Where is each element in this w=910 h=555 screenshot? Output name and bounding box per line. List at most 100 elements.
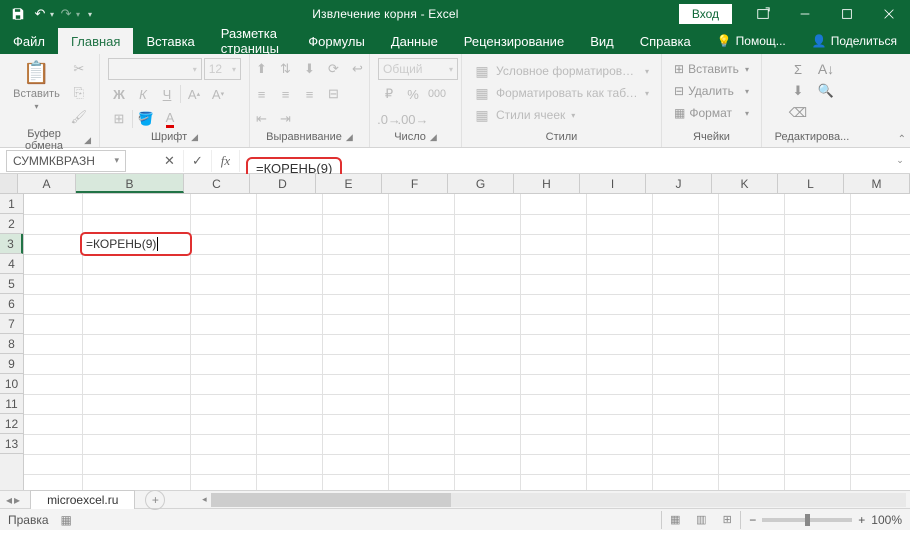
tab-review[interactable]: Рецензирование bbox=[451, 28, 577, 54]
collapse-ribbon[interactable]: ⌃ bbox=[898, 134, 906, 145]
cut-button[interactable]: ✂ bbox=[68, 58, 90, 80]
sheet-nav-prev[interactable]: ◂ bbox=[6, 493, 12, 507]
signin-button[interactable]: Вход bbox=[679, 4, 732, 24]
maximize-button[interactable] bbox=[826, 0, 868, 28]
ribbon-display-options[interactable] bbox=[742, 0, 784, 28]
number-launcher[interactable]: ◢ bbox=[430, 132, 437, 143]
close-button[interactable] bbox=[868, 0, 910, 28]
number-format-combo[interactable]: Общий▾ bbox=[378, 58, 458, 80]
row-header-7[interactable]: 7 bbox=[0, 314, 23, 334]
redo-icon[interactable]: ↷ bbox=[56, 4, 76, 24]
scroll-thumb[interactable] bbox=[211, 493, 451, 507]
delete-cells[interactable]: ⊟Удалить▾ bbox=[670, 80, 753, 102]
format-painter-button[interactable]: 🖌 bbox=[68, 106, 90, 128]
undo-icon[interactable]: ↶ bbox=[30, 4, 50, 24]
font-color-button[interactable]: A bbox=[159, 108, 181, 130]
merge-button[interactable]: ⊟ bbox=[323, 83, 345, 105]
save-icon[interactable] bbox=[8, 4, 28, 24]
font-name-combo[interactable]: ▾ bbox=[108, 58, 202, 80]
tab-file[interactable]: Файл bbox=[0, 28, 58, 54]
wrap-text-button[interactable]: ↩ bbox=[347, 58, 369, 80]
copy-button[interactable]: ⎘ bbox=[68, 82, 90, 104]
fill-color-button[interactable]: 🪣 bbox=[135, 108, 157, 130]
tab-help[interactable]: Справка bbox=[627, 28, 704, 54]
col-header-F[interactable]: F bbox=[382, 174, 448, 193]
clipboard-launcher[interactable]: ◢ bbox=[84, 135, 91, 146]
font-launcher[interactable]: ◢ bbox=[191, 132, 198, 143]
minimize-button[interactable] bbox=[784, 0, 826, 28]
view-page-layout[interactable]: ▥ bbox=[688, 511, 714, 529]
redo-dropdown[interactable]: ▾ bbox=[76, 10, 80, 19]
comma-button[interactable]: 000 bbox=[426, 83, 448, 105]
row-header-13[interactable]: 13 bbox=[0, 434, 23, 454]
row-header-10[interactable]: 10 bbox=[0, 374, 23, 394]
tab-formulas[interactable]: Формулы bbox=[295, 28, 378, 54]
row-header-4[interactable]: 4 bbox=[0, 254, 23, 274]
zoom-slider[interactable] bbox=[762, 518, 852, 522]
align-center[interactable]: ≡ bbox=[275, 83, 297, 105]
shrink-font-button[interactable]: A▾ bbox=[207, 83, 229, 105]
font-size-combo[interactable]: 12▾ bbox=[204, 58, 241, 80]
col-header-A[interactable]: A bbox=[18, 174, 76, 193]
percent-button[interactable]: % bbox=[402, 83, 424, 105]
align-bottom[interactable]: ⬇ bbox=[299, 58, 321, 80]
col-header-B[interactable]: B bbox=[76, 174, 184, 193]
col-header-D[interactable]: D bbox=[250, 174, 316, 193]
enter-formula[interactable]: ✓ bbox=[184, 150, 212, 172]
row-header-6[interactable]: 6 bbox=[0, 294, 23, 314]
cells-area[interactable]: =КОРЕНЬ(9) bbox=[24, 194, 910, 490]
currency-button[interactable]: ₽ bbox=[378, 83, 400, 105]
format-cells[interactable]: ▦Формат▾ bbox=[670, 102, 753, 124]
row-header-9[interactable]: 9 bbox=[0, 354, 23, 374]
sort-filter-button[interactable]: A↓ bbox=[815, 58, 837, 80]
row-header-3[interactable]: 3 bbox=[0, 234, 23, 254]
align-launcher[interactable]: ◢ bbox=[346, 132, 353, 143]
horizontal-scrollbar[interactable]: ◂ ▸ bbox=[211, 493, 906, 507]
decrease-indent[interactable]: ⇤ bbox=[251, 108, 273, 130]
tell-me[interactable]: 💡Помощ... bbox=[704, 28, 799, 54]
tab-data[interactable]: Данные bbox=[378, 28, 451, 54]
italic-button[interactable]: К bbox=[132, 83, 154, 105]
tab-home[interactable]: Главная bbox=[58, 28, 133, 54]
col-header-K[interactable]: K bbox=[712, 174, 778, 193]
decrease-decimal[interactable]: .00→ bbox=[402, 108, 424, 130]
increase-indent[interactable]: ⇥ bbox=[275, 108, 297, 130]
autosum-button[interactable]: Σ bbox=[787, 58, 809, 80]
sheet-nav-next[interactable]: ▸ bbox=[14, 493, 20, 507]
zoom-out[interactable]: − bbox=[749, 513, 756, 527]
find-select-button[interactable]: 🔍 bbox=[815, 80, 837, 102]
row-header-12[interactable]: 12 bbox=[0, 414, 23, 434]
tab-page-layout[interactable]: Разметка страницы bbox=[208, 28, 295, 54]
select-all-corner[interactable] bbox=[0, 174, 18, 193]
fill-button[interactable]: ⬇ bbox=[787, 80, 809, 102]
align-right[interactable]: ≡ bbox=[299, 83, 321, 105]
view-page-break[interactable]: ⊞ bbox=[714, 511, 740, 529]
macro-record-icon[interactable]: ▦ bbox=[61, 513, 72, 527]
share-button[interactable]: 👤Поделиться bbox=[799, 28, 910, 54]
row-header-11[interactable]: 11 bbox=[0, 394, 23, 414]
col-header-I[interactable]: I bbox=[580, 174, 646, 193]
underline-button[interactable]: Ч bbox=[156, 83, 178, 105]
row-header-2[interactable]: 2 bbox=[0, 214, 23, 234]
col-header-G[interactable]: G bbox=[448, 174, 514, 193]
grow-font-button[interactable]: A▴ bbox=[183, 83, 205, 105]
row-header-5[interactable]: 5 bbox=[0, 274, 23, 294]
sheet-tab[interactable]: microexcel.ru bbox=[30, 490, 135, 509]
col-header-E[interactable]: E bbox=[316, 174, 382, 193]
insert-cells[interactable]: ⊞Вставить▾ bbox=[670, 58, 753, 80]
insert-function[interactable]: fx bbox=[212, 150, 240, 172]
align-left[interactable]: ≡ bbox=[251, 83, 273, 105]
scroll-right[interactable]: ▸ bbox=[906, 493, 910, 507]
bold-button[interactable]: Ж bbox=[108, 83, 130, 105]
col-header-H[interactable]: H bbox=[514, 174, 580, 193]
borders-button[interactable]: ⊞ bbox=[108, 108, 130, 130]
conditional-formatting[interactable]: ▦Условное форматирование▾ bbox=[470, 60, 653, 82]
row-header-8[interactable]: 8 bbox=[0, 334, 23, 354]
add-sheet-button[interactable]: + bbox=[145, 490, 165, 510]
undo-dropdown[interactable]: ▾ bbox=[50, 10, 54, 19]
tab-insert[interactable]: Вставка bbox=[133, 28, 207, 54]
cancel-formula[interactable]: ✕ bbox=[156, 150, 184, 172]
clear-button[interactable]: ⌫ bbox=[787, 102, 809, 124]
tab-view[interactable]: Вид bbox=[577, 28, 627, 54]
orientation-button[interactable]: ⟳ bbox=[323, 58, 345, 80]
